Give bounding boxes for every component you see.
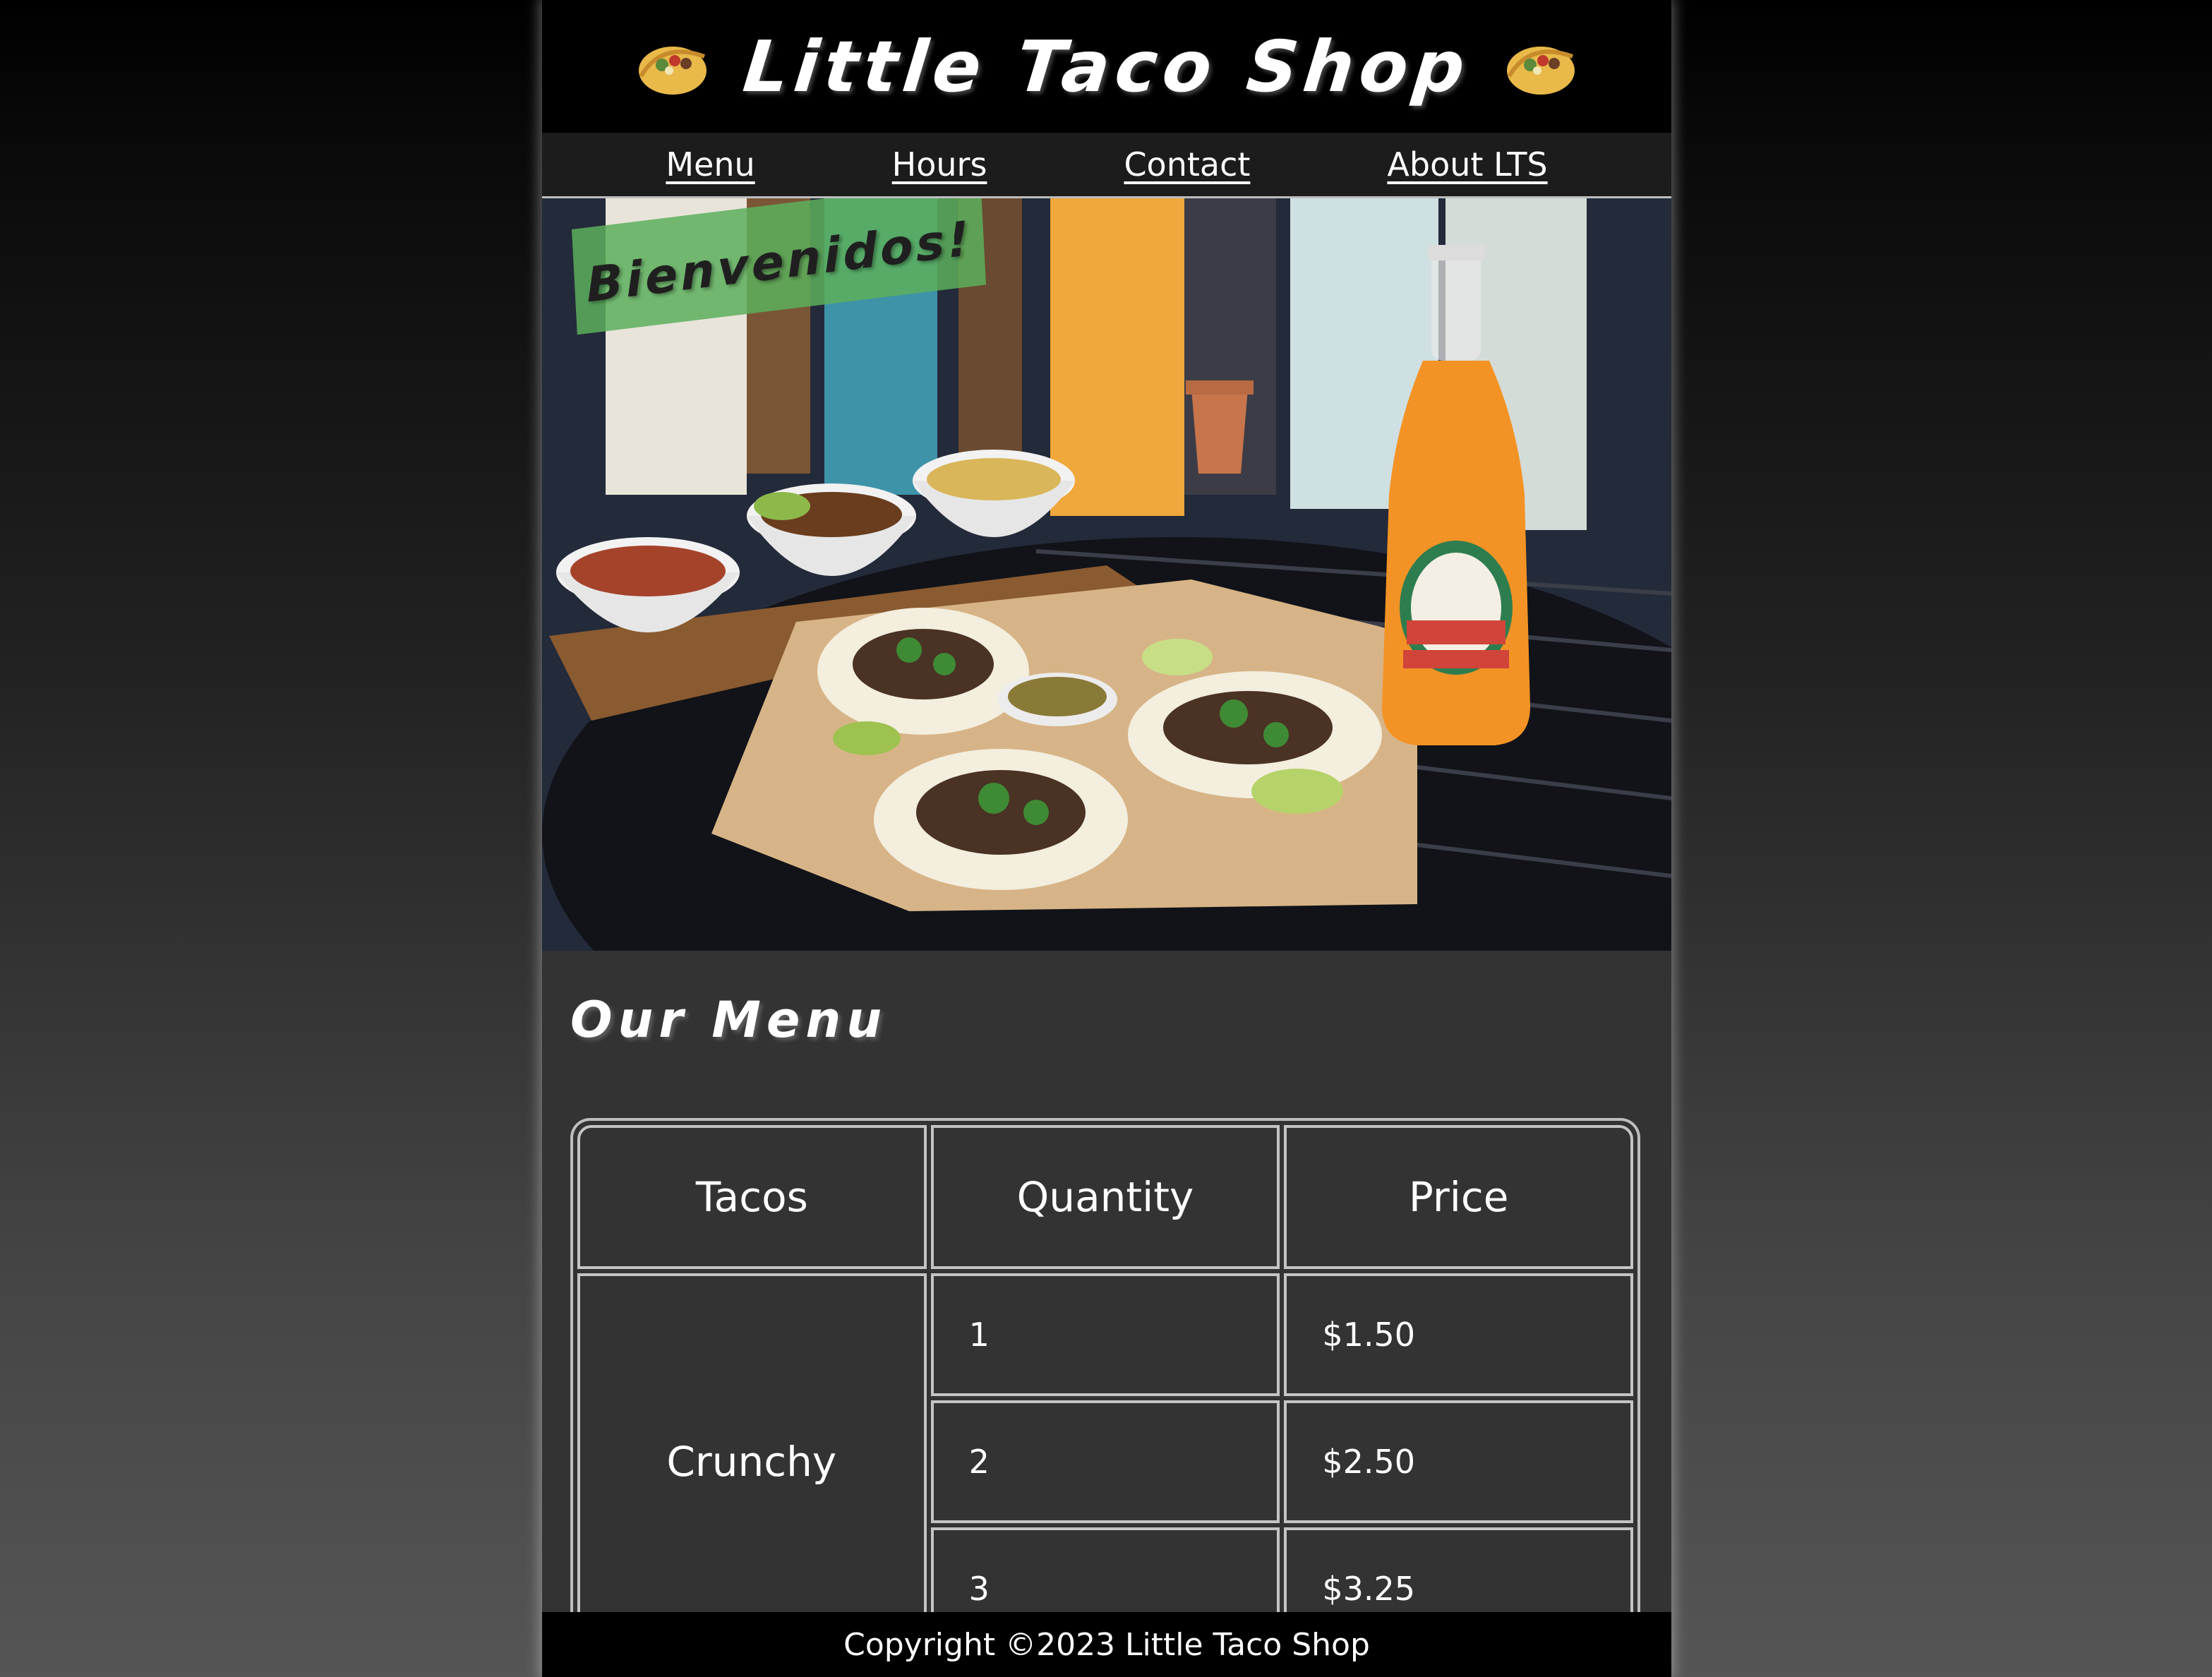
column-header-quantity: Quantity [930, 1125, 1280, 1269]
site-footer: Copyright ©2023 Little Taco Shop [542, 1612, 1671, 1677]
column-header-tacos: Tacos [577, 1125, 927, 1269]
nav-link-hours[interactable]: Hours [892, 145, 987, 184]
menu-heading: Our Menu [570, 991, 888, 1049]
table-header-row: Tacos Quantity Price [577, 1125, 1633, 1269]
site-header: Little Taco Shop [542, 0, 1671, 133]
main-nav: Menu Hours Contact About LTS [542, 133, 1671, 198]
menu-table: Tacos Quantity Price Crunchy 1 $1.50 2 $… [570, 1118, 1640, 1654]
taco-icon [634, 35, 711, 97]
price-cell: $1.50 [1284, 1273, 1633, 1396]
nav-link-contact[interactable]: Contact [1124, 145, 1250, 184]
quantity-cell: 2 [930, 1400, 1280, 1523]
quantity-cell: 1 [930, 1273, 1280, 1396]
price-cell: $2.50 [1284, 1400, 1633, 1523]
hero-image: Bienvenidos! [542, 198, 1671, 951]
taco-type-cell: Crunchy [577, 1273, 927, 1650]
nav-link-about[interactable]: About LTS [1387, 145, 1547, 184]
column-header-price: Price [1284, 1125, 1633, 1269]
copyright-text: Copyright ©2023 Little Taco Shop [843, 1626, 1370, 1663]
title-row: Little Taco Shop [634, 25, 1580, 108]
table-row: Crunchy 1 $1.50 [577, 1273, 1633, 1650]
page-container: Little Taco Shop Menu Hours Contact Abou… [542, 0, 1671, 1677]
site-title: Little Taco Shop [739, 25, 1474, 108]
taco-icon [1502, 35, 1580, 97]
nav-link-menu[interactable]: Menu [666, 145, 755, 184]
